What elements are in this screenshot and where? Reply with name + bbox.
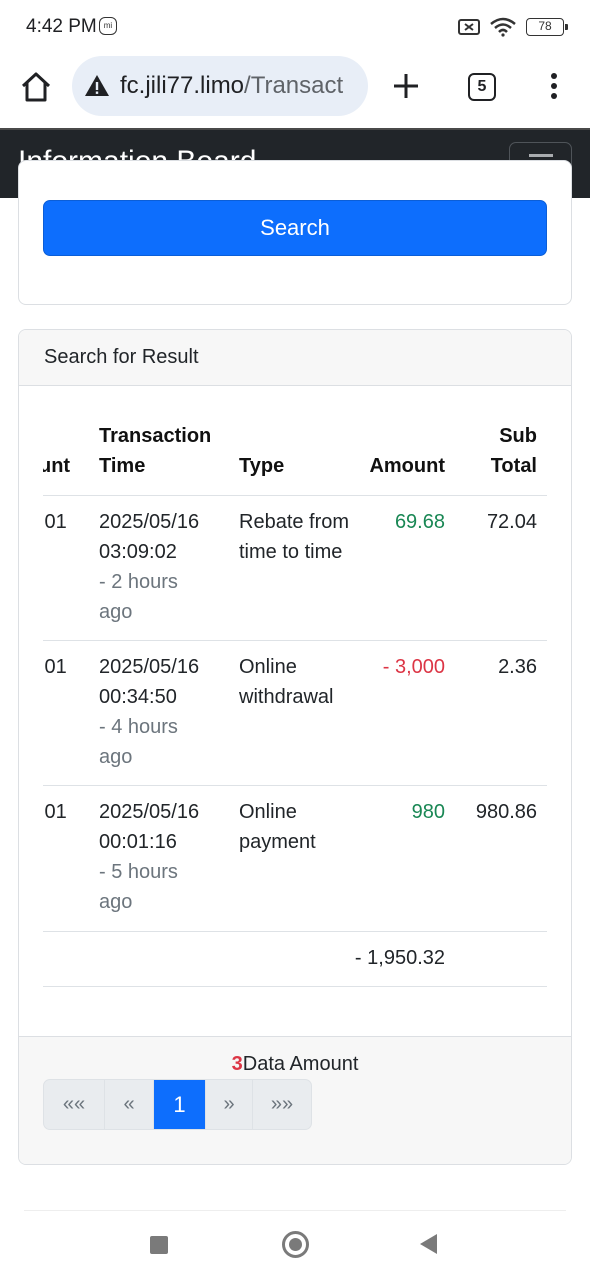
row-time: 03:09:02 [99,541,177,563]
next-page-button[interactable]: » [206,1080,253,1129]
row-relative-time: - 2 hours ago [99,571,178,623]
row-account: I01 [43,801,67,823]
row-amount: 69.68 [394,511,445,533]
results-card-footer: 3Data Amount «« « 1 » »» [19,1036,571,1164]
url-text[interactable]: fc.jili77.limo/Transact [120,72,343,100]
pagination: «« « 1 » »» [43,1079,312,1130]
row-amount: 980 [411,801,445,823]
first-page-button[interactable]: «« [44,1080,105,1129]
home-icon[interactable] [18,69,54,105]
search-button[interactable]: Search [43,200,547,256]
row-relative-time: - 4 hours ago [99,716,178,768]
status-icons: 78 [458,15,568,39]
row-account: I01 [43,511,67,533]
column-header-account: unt [43,455,71,477]
row-account: I01 [43,656,67,678]
column-header-sub-total: Sub Total [490,425,537,477]
row-relative-time: - 5 hours ago [99,861,178,913]
mi-icon: mi [99,17,117,35]
bottom-divider [24,1210,566,1211]
more-vert-icon[interactable] [544,70,564,102]
row-date: 2025/05/16 [99,801,200,823]
row-date: 2025/05/16 [99,656,200,678]
results-title: Search for Result [44,346,199,368]
status-time: 4:42 PM [26,16,97,37]
address-bar[interactable]: fc.jili77.limo/Transact [72,56,368,116]
wifi-icon [490,17,516,37]
data-amount-label: Data Amount [242,1053,359,1075]
page-1-button[interactable]: 1 [154,1080,206,1129]
row-divider [43,785,547,786]
row-subtotal: 2.36 [498,656,537,678]
data-amount: 3Data Amount [19,1053,571,1076]
row-divider [43,640,547,641]
warning-icon[interactable] [84,73,110,99]
data-count: 3 [231,1053,243,1075]
back-icon[interactable] [420,1234,437,1254]
url-path: /Transact [244,72,344,99]
column-header-amount: Amount [369,455,445,477]
row-type: Online withdrawal [239,656,334,708]
row-subtotal: 72.04 [486,511,537,533]
plus-icon[interactable] [390,70,422,102]
row-type: Rebate from time to time [239,511,350,563]
results-table[interactable]: unt Transaction Time Type Amount Sub Tot… [43,386,547,1036]
row-type: Online payment [239,801,316,853]
previous-page-button[interactable]: « [105,1080,154,1129]
column-header-type: Type [239,455,285,477]
browser-toolbar: fc.jili77.limo/Transact 5 [0,56,590,128]
total-amount: - 1,950.32 [354,947,445,969]
results-card-header: Search for Result [19,330,571,386]
row-time: 00:01:16 [99,831,177,853]
header-divider [43,495,547,496]
tabs-button[interactable]: 5 [468,73,496,101]
row-date: 2025/05/16 [99,511,200,533]
last-page-button[interactable]: »» [253,1080,311,1129]
row-amount: - 3,000 [382,656,445,678]
row-divider [43,931,547,932]
total-divider [43,986,547,987]
battery-saver-icon [458,19,480,35]
status-bar: 4:42 PM mi 78 [0,0,590,56]
battery-icon: 78 [526,18,568,36]
url-host: fc.jili77.limo [120,72,245,99]
home-circle-icon[interactable] [282,1231,309,1258]
row-time: 00:34:50 [99,686,177,708]
row-subtotal: 980.86 [475,801,537,823]
results-card: Search for Result unt Transaction Time T… [18,329,572,1165]
recents-icon[interactable] [150,1236,168,1254]
column-header-transaction-time: Transaction Time [99,425,212,477]
